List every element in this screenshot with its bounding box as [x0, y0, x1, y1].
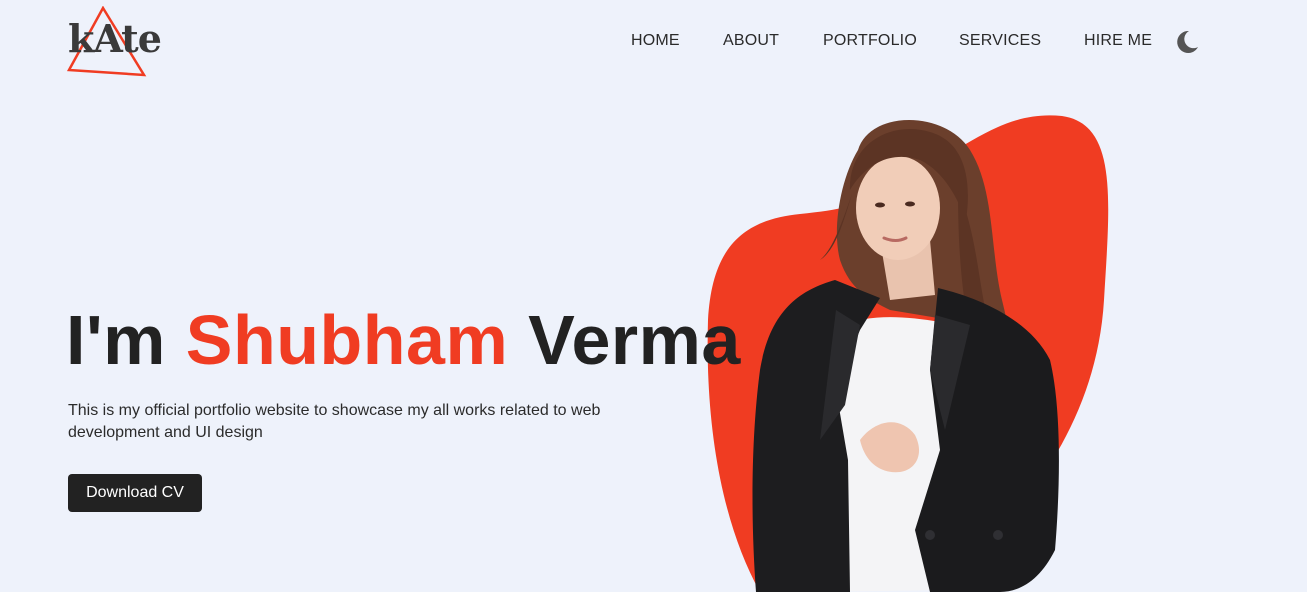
moon-icon — [1177, 30, 1198, 53]
nav-item-services[interactable]: SERVICES — [959, 31, 1041, 51]
nav-item-portfolio[interactable]: PORTFOLIO — [823, 31, 917, 51]
main-nav: HOME ABOUT PORTFOLIO SERVICES HIRE ME — [0, 31, 1307, 53]
nav-item-home[interactable]: HOME — [631, 31, 680, 51]
nav-item-hire-me[interactable]: HIRE ME — [1084, 31, 1152, 51]
page: kAte HOME ABOUT PORTFOLIO SERVICES HIRE … — [0, 0, 1307, 592]
headline-last-name: Verma — [528, 301, 741, 379]
hero-headline: I'm Shubham Verma — [66, 302, 741, 378]
hero-description: This is my official portfolio website to… — [68, 402, 601, 441]
download-cv-button[interactable]: Download CV — [68, 474, 202, 512]
theme-toggle-button[interactable] — [1173, 28, 1201, 56]
headline-greeting: I'm — [66, 301, 166, 379]
headline-first-name: Shubham — [185, 301, 509, 379]
portrait-image — [752, 120, 1059, 592]
nav-item-about[interactable]: ABOUT — [723, 31, 779, 51]
